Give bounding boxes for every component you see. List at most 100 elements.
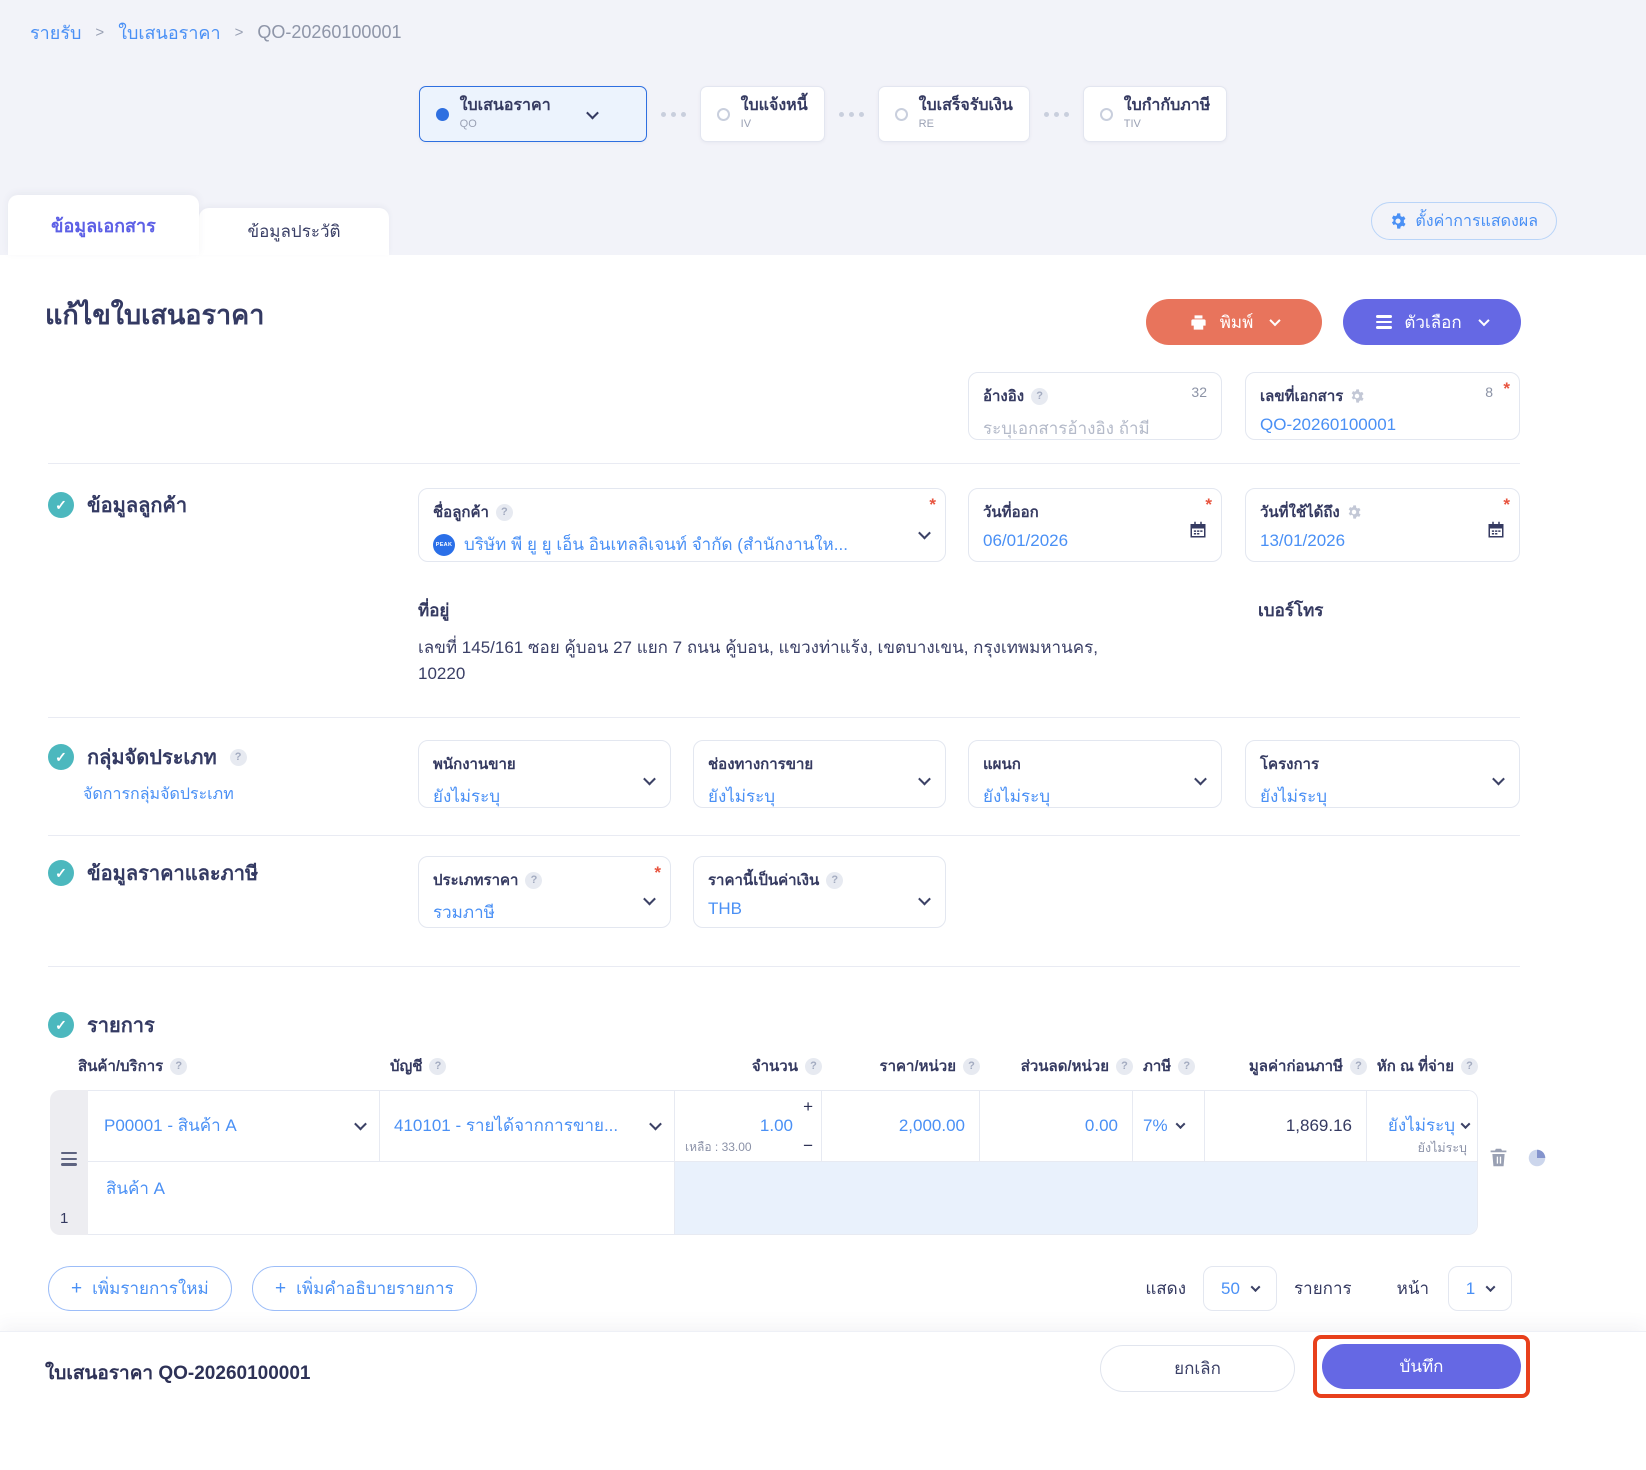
plus-icon xyxy=(275,1278,286,1300)
cancel-button[interactable]: ยกเลิก xyxy=(1100,1345,1295,1392)
step-label: ใบเสร็จรับเงิน xyxy=(919,97,1013,115)
withholding-value: ยังไม่ระบุ xyxy=(1388,1112,1455,1139)
withholding-tax-select[interactable]: ยังไม่ระบุ ยังไม่ระบุ xyxy=(1367,1091,1477,1161)
show-label: แสดง xyxy=(1145,1275,1186,1302)
currency-value: THB xyxy=(708,899,931,919)
account-value: 410101 - รายได้จากการขาย... xyxy=(394,1112,618,1139)
account-select[interactable]: 410101 - รายได้จากการขาย... xyxy=(380,1091,675,1161)
help-icon xyxy=(429,1058,446,1075)
quotation-edit-page: รายรับ > ใบเสนอราคา > QO-20260100001 ใบเ… xyxy=(0,0,1646,1470)
project-value: ยังไม่ระบุ xyxy=(1260,783,1505,810)
step-code: IV xyxy=(741,118,808,131)
step-receipt[interactable]: ใบเสร็จรับเงิน RE xyxy=(878,86,1030,142)
add-description-label: เพิ่มคำอธิบายรายการ xyxy=(296,1275,454,1302)
save-button[interactable]: บันทึก xyxy=(1322,1344,1521,1389)
step-tax-invoice[interactable]: ใบกำกับภาษี TIV xyxy=(1083,86,1228,142)
pie-chart-icon[interactable] xyxy=(1526,1147,1548,1169)
help-icon xyxy=(170,1058,187,1075)
column-header: ส่วนลด/หน่วย xyxy=(1021,1054,1109,1078)
reference-placeholder: ระบุเอกสารอ้างอิง ถ้ามี xyxy=(983,415,1207,442)
breadcrumb-current: QO-20260100001 xyxy=(257,22,401,43)
customer-name-select[interactable]: ชื่อลูกค้า PEAK บริษัท พี ยู ยู เอ็น อิน… xyxy=(418,488,946,562)
active-step-dot-icon xyxy=(436,108,449,121)
quantity-input[interactable]: 1.00 เหลือ : 33.00 xyxy=(675,1091,822,1161)
delete-row-button[interactable] xyxy=(1488,1147,1509,1168)
char-counter: 8 xyxy=(1485,384,1493,400)
footer-document-title: ใบเสนอราคา QO-20260100001 xyxy=(45,1358,310,1388)
gear-icon xyxy=(1350,389,1364,403)
step-invoice[interactable]: ใบแจ้งหนี้ IV xyxy=(700,86,825,142)
add-description-button[interactable]: เพิ่มคำอธิบายรายการ xyxy=(252,1266,477,1311)
tab-label: ข้อมูลเอกสาร xyxy=(51,211,156,240)
item-description-input[interactable]: สินค้า A xyxy=(88,1162,675,1234)
required-asterisk xyxy=(654,863,661,883)
annotation-highlight-box: บันทึก xyxy=(1313,1335,1530,1398)
valid-until-label: วันที่ใช้ได้ถึง xyxy=(1260,500,1340,524)
item-row: 1 P00001 - สินค้า A 410101 - รายได้จากกา… xyxy=(50,1090,1478,1235)
product-value: P00001 - สินค้า A xyxy=(104,1112,237,1139)
tab-label: ข้อมูลประวัติ xyxy=(247,218,340,245)
row-number: 1 xyxy=(60,1210,68,1227)
product-select[interactable]: P00001 - สินค้า A xyxy=(88,1091,380,1161)
item-description-value: สินค้า A xyxy=(106,1175,165,1202)
print-label: พิมพ์ xyxy=(1220,309,1254,336)
drag-handle-icon xyxy=(61,1152,77,1166)
decrease-quantity-button[interactable] xyxy=(803,1137,813,1154)
chevron-down-icon xyxy=(1251,1282,1261,1292)
currency-select[interactable]: ราคานี้เป็นค่าเงิน THB xyxy=(693,856,946,928)
page-number-select[interactable]: 1 xyxy=(1448,1266,1512,1311)
discount-input[interactable]: 0.00 xyxy=(980,1091,1133,1161)
manage-classification-link[interactable]: จัดการกลุ่มจัดประเภท xyxy=(83,782,234,807)
document-number-field[interactable]: เลขที่เอกสาร 8 QO-20260100001 xyxy=(1245,372,1520,440)
tab-history-info[interactable]: ข้อมูลประวัติ xyxy=(199,208,389,255)
step-code: TIV xyxy=(1124,118,1211,131)
reference-field[interactable]: อ้างอิง 32 ระบุเอกสารอ้างอิง ถ้ามี xyxy=(968,372,1222,440)
divider xyxy=(48,835,1520,836)
unit-price-input[interactable]: 2,000.00 xyxy=(822,1091,980,1161)
step-connector xyxy=(661,112,686,117)
department-select[interactable]: แผนก ยังไม่ระบุ xyxy=(968,740,1222,808)
print-button[interactable]: พิมพ์ xyxy=(1146,299,1322,345)
breadcrumb: รายรับ > ใบเสนอราคา > QO-20260100001 xyxy=(30,18,401,47)
chevron-down-icon xyxy=(1461,1119,1471,1129)
currency-label: ราคานี้เป็นค่าเงิน xyxy=(708,868,819,892)
salesperson-select[interactable]: พนักงานขาย ยังไม่ระบุ xyxy=(418,740,671,808)
document-number-label: เลขที่เอกสาร xyxy=(1260,384,1343,408)
tab-document-info[interactable]: ข้อมูลเอกสาร xyxy=(8,195,199,255)
gear-icon xyxy=(1347,505,1361,519)
add-item-button[interactable]: เพิ่มรายการใหม่ xyxy=(48,1266,232,1311)
step-quotation[interactable]: ใบเสนอราคา QO xyxy=(419,86,647,142)
breadcrumb-income-link[interactable]: รายรับ xyxy=(30,18,81,47)
help-icon xyxy=(1116,1058,1133,1075)
chevron-down-icon xyxy=(354,1118,367,1131)
chevron-down-icon xyxy=(1175,1119,1185,1129)
sales-channel-select[interactable]: ช่องทางการขาย ยังไม่ระบุ xyxy=(693,740,946,808)
check-icon xyxy=(48,1012,74,1038)
help-icon xyxy=(525,872,542,889)
customer-name-value: บริษัท พี ยู ยู เอ็น อินเทลลิเจนท์ จำกัด… xyxy=(464,531,848,558)
help-icon xyxy=(496,504,513,521)
action-footer: ใบเสนอราคา QO-20260100001 ยกเลิก บันทึก xyxy=(0,1331,1646,1470)
project-label: โครงการ xyxy=(1260,752,1319,776)
price-type-select[interactable]: ประเภทราคา รวมภาษี xyxy=(418,856,671,928)
row-drag-handle[interactable]: 1 xyxy=(50,1090,88,1235)
page-size-select[interactable]: 50 xyxy=(1203,1266,1277,1311)
help-icon xyxy=(805,1058,822,1075)
issue-date-field[interactable]: วันที่ออก 06/01/2026 xyxy=(968,488,1222,562)
required-asterisk xyxy=(1503,495,1510,515)
check-icon xyxy=(48,492,74,518)
vat-select[interactable]: 7% xyxy=(1133,1091,1205,1161)
column-header: หัก ณ ที่จ่าย xyxy=(1377,1054,1454,1078)
display-settings-button[interactable]: ตั้งค่าการแสดงผล xyxy=(1371,202,1557,240)
step-dot-icon xyxy=(1100,108,1113,121)
required-asterisk xyxy=(929,495,936,515)
options-button[interactable]: ตัวเลือก xyxy=(1343,299,1521,345)
breadcrumb-quotation-link[interactable]: ใบเสนอราคา xyxy=(118,18,220,47)
step-label: ใบเสนอราคา xyxy=(460,97,551,115)
increase-quantity-button[interactable] xyxy=(803,1098,813,1115)
project-select[interactable]: โครงการ ยังไม่ระบุ xyxy=(1245,740,1520,808)
chevron-down-icon xyxy=(649,1118,662,1131)
add-item-label: เพิ่มรายการใหม่ xyxy=(92,1275,209,1302)
chevron-down-icon xyxy=(1270,315,1281,326)
valid-until-field[interactable]: วันที่ใช้ได้ถึง 13/01/2026 xyxy=(1245,488,1520,562)
